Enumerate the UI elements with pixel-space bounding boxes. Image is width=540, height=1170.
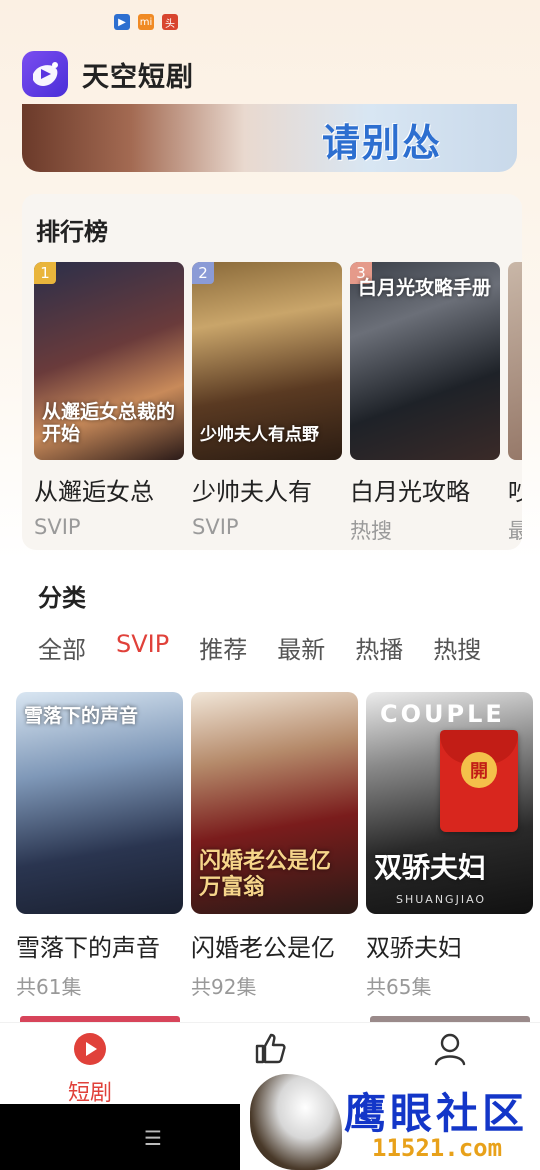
ranking-item[interactable]: 3 白月光攻略手册 白月光攻略 热搜 — [350, 262, 500, 545]
ranking-item[interactable]: 吵 最 — [508, 262, 522, 545]
rank-badge: 1 — [34, 262, 56, 284]
nav-item-drama[interactable]: 短剧 — [50, 1031, 130, 1107]
drama-name: 雪落下的声音 — [16, 934, 160, 962]
red-packet-icon[interactable]: 開 — [440, 730, 518, 832]
ranking-poster[interactable]: 2 少帅夫人有点野 — [192, 262, 342, 460]
play-app-icon: ▶ — [114, 14, 130, 30]
watermark: 鹰眼社区 11521.com — [240, 1070, 540, 1170]
drama-card[interactable]: 闪婚老公是亿万富翁 闪婚老公是亿 共92集 — [191, 692, 358, 1000]
drama-poster[interactable]: COUPLE 双骄夫妇 SHUANGJIAO 開 — [366, 692, 533, 914]
poster-caption: 双骄夫妇 — [374, 850, 487, 884]
app-logo-icon — [22, 51, 68, 97]
nav-item-recommend[interactable] — [230, 1031, 310, 1071]
ranking-item-tag: 最 — [508, 519, 522, 543]
filter-hot-search[interactable]: 热搜 — [433, 630, 481, 665]
promo-banner[interactable]: 请别怂 — [22, 104, 517, 172]
ranking-item-name: 白月光攻略 — [350, 478, 470, 506]
poster-caption: 少帅夫人有点野 — [200, 425, 319, 446]
banner-title: 请别怂 — [322, 120, 443, 165]
ranking-poster[interactable] — [508, 262, 522, 460]
status-bar: ▶ mi 头 — [0, 0, 540, 44]
ranking-item-name: 从邂逅女总 — [34, 478, 154, 506]
poster-caption: 雪落下的声音 — [24, 705, 139, 727]
app-header: 天空短剧 — [22, 50, 194, 98]
red-packet-label: 開 — [470, 761, 488, 782]
thumbs-up-icon — [255, 1033, 286, 1064]
news-app-icon: 头 — [162, 14, 178, 30]
watermark-subtitle: 11521.com — [372, 1134, 503, 1162]
drama-card[interactable]: 雪落下的声音 雪落下的声音 共61集 — [16, 692, 183, 1000]
user-icon — [434, 1033, 466, 1066]
play-circle-icon — [74, 1033, 106, 1065]
category-filters: 全部 SVIP 推荐 最新 热播 热搜 — [38, 630, 511, 665]
ranking-title: 排行榜 — [36, 218, 108, 246]
filter-newest[interactable]: 最新 — [277, 630, 325, 665]
app-title: 天空短剧 — [82, 61, 194, 93]
ranking-item-tag: 热搜 — [350, 519, 392, 543]
ranking-item[interactable]: 1 从邂逅女总裁的开始 从邂逅女总 SVIP — [34, 262, 184, 539]
ranking-poster[interactable]: 3 白月光攻略手册 — [350, 262, 500, 460]
drama-episode-count: 共92集 — [191, 975, 257, 999]
filter-hot-play[interactable]: 热播 — [355, 630, 403, 665]
nav-label-drama: 短剧 — [67, 1081, 112, 1106]
system-nav-bar: ☰ — [0, 1104, 240, 1170]
ranking-item-name: 少帅夫人有 — [192, 478, 312, 506]
poster-caption: 白月光攻略手册 — [358, 277, 492, 299]
drama-card[interactable]: COUPLE 双骄夫妇 SHUANGJIAO 開 双骄夫妇 共65集 — [366, 692, 533, 1000]
ranking-item-tag: SVIP — [192, 515, 239, 539]
poster-top-text: COUPLE — [380, 700, 505, 728]
ranking-item-tag: SVIP — [34, 515, 81, 539]
filter-all[interactable]: 全部 — [38, 630, 86, 665]
category-title: 分类 — [38, 584, 86, 612]
watermark-title: 鹰眼社区 — [344, 1089, 529, 1138]
drama-episode-count: 共61集 — [16, 975, 82, 999]
drama-poster[interactable]: 雪落下的声音 — [16, 692, 183, 914]
rank-badge: 2 — [192, 262, 214, 284]
ranking-item-name: 吵 — [508, 478, 522, 506]
drama-episode-count: 共65集 — [366, 975, 432, 999]
filter-svip[interactable]: SVIP — [116, 630, 169, 665]
mi-app-icon: mi — [138, 14, 154, 30]
drama-name: 闪婚老公是亿 — [191, 934, 335, 962]
poster-caption: 闪婚老公是亿万富翁 — [199, 848, 332, 900]
nav-item-profile[interactable] — [410, 1031, 490, 1071]
drama-poster[interactable]: 闪婚老公是亿万富翁 — [191, 692, 358, 914]
filter-recommend[interactable]: 推荐 — [199, 630, 247, 665]
menu-icon[interactable]: ☰ — [144, 1126, 162, 1150]
ranking-poster[interactable]: 1 从邂逅女总裁的开始 — [34, 262, 184, 460]
drama-name: 双骄夫妇 — [366, 934, 462, 962]
eagle-logo-icon — [250, 1074, 342, 1170]
poster-bottom-text: SHUANGJIAO — [396, 893, 487, 906]
ranking-item[interactable]: 2 少帅夫人有点野 少帅夫人有 SVIP — [192, 262, 342, 539]
poster-caption: 从邂逅女总裁的开始 — [42, 401, 176, 446]
